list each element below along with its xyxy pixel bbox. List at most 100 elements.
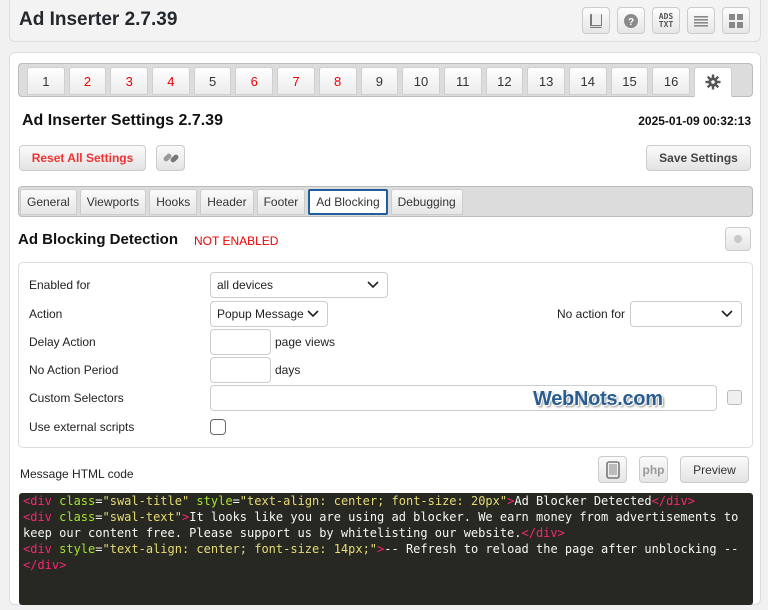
block-tab[interactable]: 12 <box>485 67 524 95</box>
code-token: = <box>232 494 240 508</box>
timestamp: 2025-01-09 00:32:13 <box>638 114 751 128</box>
help-icon[interactable]: ? <box>617 7 645 34</box>
enabled-for-select[interactable]: all devices <box>210 272 388 298</box>
gear-icon <box>705 74 721 90</box>
code-token: <div <box>23 510 52 524</box>
subtab-hooks[interactable]: Hooks <box>149 189 198 215</box>
ads-txt-line-2: TXT <box>658 19 674 29</box>
action-label: Action <box>29 307 63 321</box>
chevron-down-icon <box>721 310 733 318</box>
subtab-general[interactable]: General <box>20 189 77 215</box>
tablet-icon <box>605 460 620 479</box>
block-tab[interactable]: 2 <box>68 67 107 95</box>
block-tab[interactable]: 4 <box>152 67 190 95</box>
subtab-viewports[interactable]: Viewports <box>79 189 147 215</box>
no-action-period-input[interactable] <box>210 357 271 383</box>
block-tab[interactable]: 14 <box>568 67 607 95</box>
watermark: WebNots.com <box>533 388 663 410</box>
action-select[interactable]: Popup Message <box>210 301 328 327</box>
list-icon[interactable] <box>687 7 715 34</box>
use-external-scripts-label: Use external scripts <box>29 420 135 434</box>
code-token: "text-align: center; font-size: 20px" <box>239 494 508 508</box>
code-token: style <box>189 494 233 508</box>
section-title: Ad Blocking Detection <box>18 231 179 248</box>
svg-text:?: ? <box>628 17 634 28</box>
pills-icon <box>163 153 178 163</box>
php-button[interactable]: php <box>639 456 668 483</box>
status-indicator-button[interactable] <box>725 227 751 251</box>
chevron-down-icon <box>367 281 379 289</box>
block-tab[interactable]: 1 <box>27 67 65 95</box>
code-token: <div <box>23 494 52 508</box>
subtab-ad-blocking[interactable]: Ad Blocking <box>308 189 388 215</box>
reset-all-settings-button[interactable]: Reset All Settings <box>19 145 146 171</box>
code-token: class <box>51 510 96 524</box>
grid-icon[interactable] <box>722 7 750 34</box>
block-tabs: 1 2 3 4 5 6 7 8 9 10 11 12 13 14 15 16 <box>27 67 732 97</box>
ads-txt-icon[interactable]: ADS TXT <box>652 7 680 34</box>
status-dot-icon <box>734 235 742 243</box>
enabled-for-value: all devices <box>217 278 274 292</box>
status-badge: NOT ENABLED <box>194 234 279 248</box>
code-token: style <box>51 542 96 556</box>
block-tab[interactable]: 8 <box>318 67 357 95</box>
subtab-header[interactable]: Header <box>200 189 254 215</box>
code-token: class <box>51 494 96 508</box>
message-html-label: Message HTML code <box>20 467 134 481</box>
block-tabs-strip: 1 2 3 4 5 6 7 8 9 10 11 12 13 14 15 16 <box>18 63 753 97</box>
custom-selectors-toggle[interactable] <box>727 390 742 405</box>
code-token: = <box>95 542 103 556</box>
block-tab[interactable]: 11 <box>443 67 482 95</box>
code-line-3: <div style="text-align: center; font-siz… <box>23 541 749 573</box>
main-panel: 1 2 3 4 5 6 7 8 9 10 11 12 13 14 15 16 A… <box>9 52 761 605</box>
settings-tab[interactable] <box>694 67 732 97</box>
code-token: <div <box>23 542 52 556</box>
ad-blocking-form: Enabled for all devices Action Popup Mes… <box>18 262 753 448</box>
save-settings-button[interactable]: Save Settings <box>646 145 751 171</box>
app-title: Ad Inserter 2.7.39 <box>19 9 178 30</box>
code-token: "swal-title" <box>102 494 190 508</box>
block-tab[interactable]: 15 <box>610 67 649 95</box>
subtab-footer[interactable]: Footer <box>256 189 306 215</box>
code-line-2: <div class="swal-text">It looks like you… <box>23 509 749 541</box>
block-tab[interactable]: 16 <box>652 67 690 95</box>
code-token: "swal-text" <box>102 510 182 524</box>
no-action-period-unit: days <box>275 363 301 377</box>
top-icon-group: ? ADS TXT <box>582 7 750 34</box>
code-token: Ad Blocker Detected <box>514 494 652 508</box>
device-toggle-button[interactable] <box>598 456 627 483</box>
custom-selectors-label: Custom Selectors <box>29 391 124 405</box>
use-external-scripts-checkbox[interactable] <box>210 419 226 435</box>
code-token: "text-align: center; font-size: 14px;" <box>102 542 378 556</box>
subtab-debugging[interactable]: Debugging <box>390 189 463 215</box>
code-token: </div> <box>651 494 695 508</box>
message-html-code-editor[interactable]: <div class="swal-title" style="text-alig… <box>19 493 753 605</box>
preview-button[interactable]: Preview <box>680 456 749 483</box>
block-tab[interactable]: 5 <box>193 67 232 95</box>
enabled-for-label: Enabled for <box>29 278 91 292</box>
settings-subtabs: General Viewports Hooks Header Footer Ad… <box>20 189 463 215</box>
code-token: = <box>95 510 103 524</box>
no-action-for-label: No action for <box>557 307 626 321</box>
code-token: = <box>95 494 103 508</box>
settings-title: Ad Inserter Settings 2.7.39 <box>22 112 223 129</box>
block-tab[interactable]: 7 <box>277 67 315 95</box>
delay-action-input[interactable] <box>210 329 271 355</box>
delay-action-unit: page views <box>275 335 336 349</box>
book-icon[interactable] <box>582 7 610 34</box>
block-tab[interactable]: 3 <box>110 67 149 95</box>
toggle-blocks-button[interactable] <box>156 145 185 171</box>
no-action-period-label: No Action Period <box>29 363 119 377</box>
block-tab[interactable]: 9 <box>360 67 399 95</box>
delay-action-label: Delay Action <box>29 335 96 349</box>
code-token: -- Refresh to reload the page after unbl… <box>384 542 739 556</box>
block-tab[interactable]: 6 <box>235 67 274 95</box>
code-token: </div> <box>521 526 565 540</box>
chevron-down-icon <box>307 310 319 318</box>
action-value: Popup Message <box>217 307 304 321</box>
settings-subtabs-strip: General Viewports Hooks Header Footer Ad… <box>18 186 753 217</box>
no-action-for-select[interactable] <box>630 301 742 327</box>
block-tab[interactable]: 13 <box>527 67 565 95</box>
block-tab[interactable]: 10 <box>402 67 440 95</box>
code-token: </div> <box>23 558 67 572</box>
